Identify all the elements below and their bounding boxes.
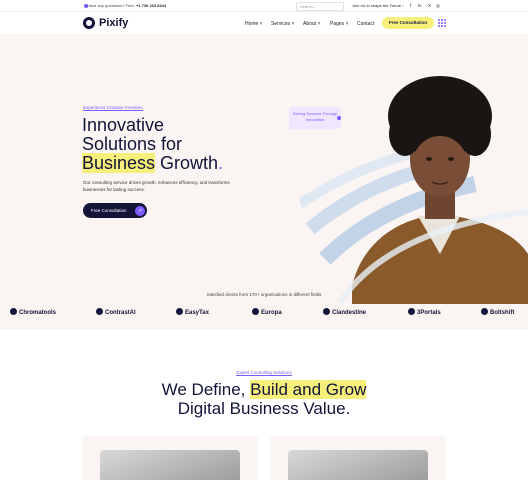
arrow-icon: ↗	[135, 205, 145, 216]
europa-icon	[252, 308, 259, 315]
hero-title: Innovative Solutions for Business Growth…	[82, 115, 224, 173]
eye-right	[448, 157, 454, 161]
phone-link[interactable]: +1 730 263 8444	[136, 3, 166, 8]
section-eyebrow: Expert Consulting Solutions	[236, 370, 292, 376]
hair-right	[459, 112, 491, 156]
tagline-bubble: Driving Success Through Innovation	[289, 107, 341, 129]
hero-description: Our consulting service drives growth, en…	[83, 180, 230, 192]
client-logo: ContrastAI	[96, 308, 136, 316]
free-consultation-button[interactable]: Free Consultation	[382, 17, 434, 29]
search-input[interactable]: Search...	[296, 1, 344, 11]
brand-name[interactable]: Pixify	[99, 17, 128, 29]
facebook-icon[interactable]: f	[410, 3, 411, 8]
eye-left	[426, 157, 432, 161]
nav-services[interactable]: Services ˅	[271, 21, 295, 27]
client-logo: 3Portals	[408, 308, 441, 316]
hero-eyebrow: Experience Creative Freedom	[83, 105, 143, 111]
linkedin-icon[interactable]: in	[418, 3, 422, 8]
3portals-icon	[408, 308, 415, 315]
contact-question: Have any questions? Free: +1 730 263 844…	[87, 3, 167, 8]
logo-icon[interactable]	[83, 17, 95, 29]
client-logo: Europa	[252, 308, 282, 316]
face-front	[412, 136, 468, 196]
nav-home[interactable]: Home ˅	[245, 21, 263, 27]
top-bar: Have any questions? Free: +1 730 263 844…	[0, 0, 528, 12]
bubble-dot-icon	[337, 116, 341, 120]
nav-contact[interactable]: Contact	[357, 21, 374, 27]
nav-about[interactable]: About ˅	[303, 21, 320, 27]
client-logo: Chromatools	[10, 308, 56, 316]
client-logo: EasyTax	[176, 308, 209, 316]
hero-section: Driving Success Through Innovation Exper…	[0, 34, 528, 330]
card-image	[100, 450, 240, 480]
card-image	[288, 450, 428, 480]
hero-image	[297, 54, 528, 304]
service-card[interactable]	[82, 436, 258, 480]
boltshift-icon	[481, 308, 488, 315]
grid-menu-icon[interactable]	[438, 19, 446, 27]
instagram-icon[interactable]: ◎	[436, 3, 440, 9]
clients-title: Satisfied clients from 170+ organisation…	[206, 292, 322, 297]
nav-pages[interactable]: Pages ˅	[330, 21, 349, 27]
hero-consultation-button[interactable]: Free Consultation ↗	[83, 203, 147, 218]
chromatools-icon	[10, 308, 17, 315]
hero-portrait	[297, 76, 528, 304]
client-logo: Boltshift	[481, 308, 514, 316]
x-icon[interactable]: X	[428, 3, 431, 8]
easytax-icon	[176, 308, 183, 315]
hair-left	[389, 112, 421, 156]
section-title: We Define, Build and Grow Digital Busine…	[161, 380, 367, 418]
contrastai-icon	[96, 308, 103, 315]
main-header: Pixify Home ˅ Services ˅ About ˅ Pages ˅…	[0, 12, 528, 34]
service-card[interactable]	[270, 436, 446, 480]
clandestine-icon	[323, 308, 330, 315]
client-logo: Clandestine	[323, 308, 366, 316]
join-link[interactable]: Join Us to shape the Future ›	[352, 3, 404, 8]
